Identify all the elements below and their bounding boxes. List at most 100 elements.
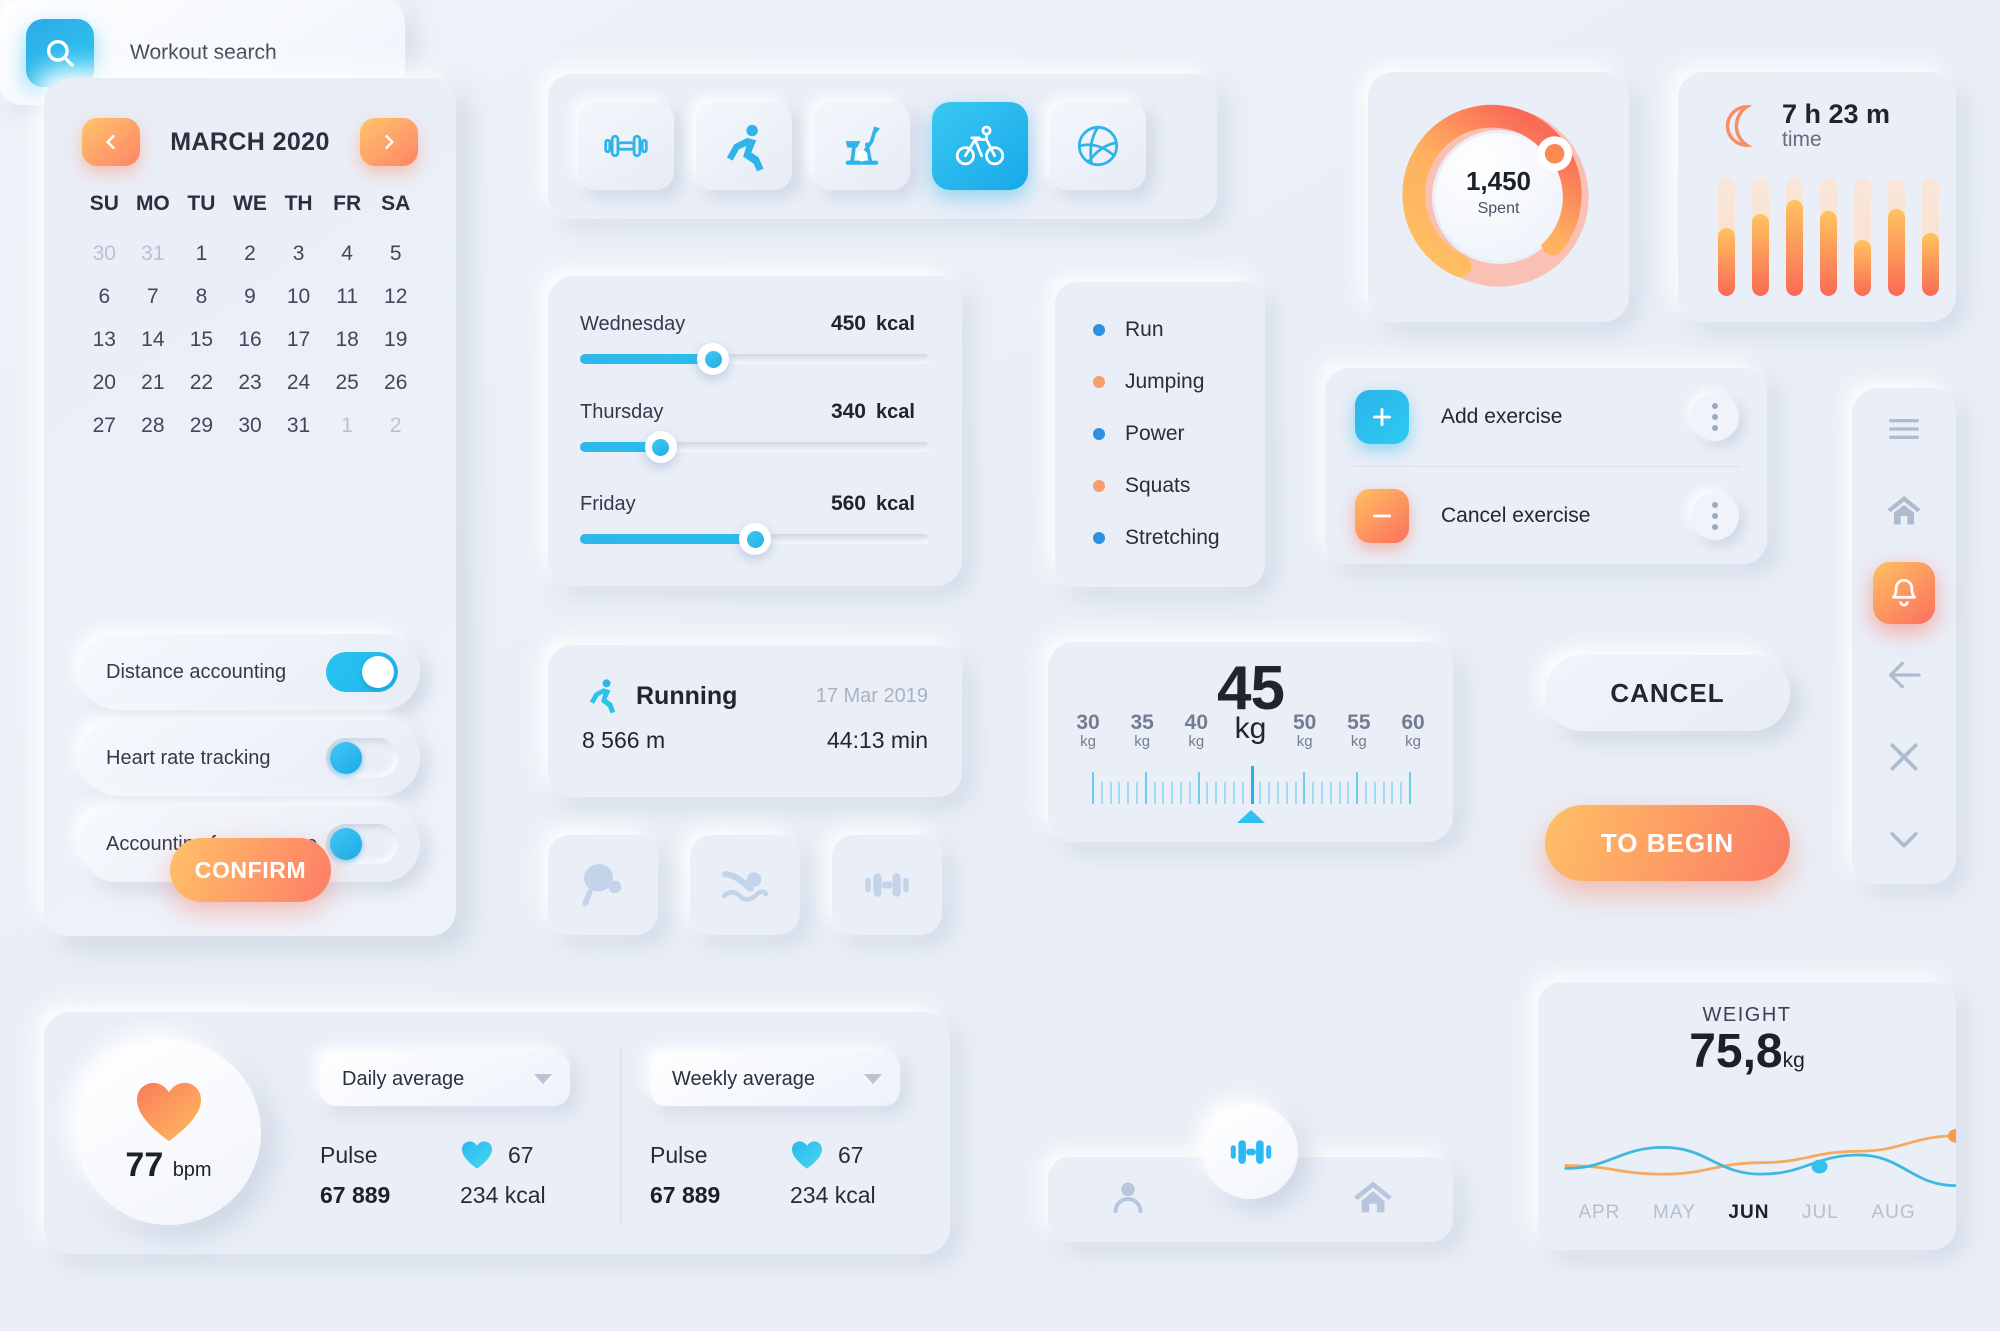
weight-data-point[interactable]	[1948, 1128, 1956, 1143]
calendar-day-cell[interactable]: 2	[371, 414, 420, 438]
weight-month-tab[interactable]: MAY	[1653, 1202, 1696, 1224]
exercise-list-item[interactable]: Run	[1055, 304, 1265, 356]
sport-tile-dumbbell[interactable]	[832, 835, 942, 935]
nav-item-workout-fab[interactable]	[1203, 1104, 1298, 1199]
calendar-day-cell[interactable]: 23	[226, 371, 275, 395]
toggle-knob	[362, 656, 394, 688]
calendar-day-cell[interactable]: 4	[323, 242, 372, 266]
calendar-day-cell[interactable]: 19	[371, 328, 420, 352]
sidebar-item-close[interactable]	[1852, 716, 1956, 798]
calendar-day-cell[interactable]: 21	[129, 371, 178, 395]
calendar-day-cell[interactable]: 17	[274, 328, 323, 352]
weight-data-point[interactable]	[1811, 1159, 1828, 1174]
calendar-day-cell[interactable]: 3	[274, 242, 323, 266]
sidebar-item-back[interactable]	[1852, 634, 1956, 716]
calendar-day-cell[interactable]: 30	[226, 414, 275, 438]
sport-tab-dumbbell[interactable]	[578, 102, 674, 190]
calendar-day-cell[interactable]: 13	[80, 328, 129, 352]
exercise-list-item[interactable]: Power	[1055, 408, 1265, 460]
kcal-slider-thumb[interactable]	[697, 343, 729, 375]
kebab-menu-icon[interactable]	[1691, 492, 1739, 540]
weight-month-tab[interactable]: JUN	[1728, 1202, 1769, 1224]
nav-item-profile[interactable]	[1104, 1174, 1152, 1225]
calendar-day-cell[interactable]: 2	[226, 242, 275, 266]
pulse-range-dropdown-2[interactable]: Weekly average	[650, 1052, 900, 1106]
calendar-day-cell[interactable]: 28	[129, 414, 178, 438]
exercise-list-item[interactable]: Stretching	[1055, 512, 1265, 564]
setting-toggle[interactable]	[326, 824, 398, 864]
calendar-day-cell[interactable]: 6	[80, 285, 129, 309]
calendar-day-cell[interactable]: 7	[129, 285, 178, 309]
setting-row-2[interactable]: Heart rate tracking	[80, 720, 420, 796]
kebab-menu-icon[interactable]	[1691, 393, 1739, 441]
calendar-day-cell[interactable]: 29	[177, 414, 226, 438]
kcal-slider-fill	[580, 354, 713, 364]
kcal-slider-track[interactable]	[580, 431, 930, 463]
calendar-day-cell[interactable]: 25	[323, 371, 372, 395]
calendar-day-cell[interactable]: 11	[323, 285, 372, 309]
setting-toggle[interactable]	[326, 738, 398, 778]
sport-tab-running[interactable]	[696, 102, 792, 190]
calendar-day-cell[interactable]: 26	[371, 371, 420, 395]
calendar-day-cell[interactable]: 31	[274, 414, 323, 438]
calendar-day-cell[interactable]: 22	[177, 371, 226, 395]
sidebar-item-collapse[interactable]	[1852, 798, 1956, 880]
kcal-slider-row[interactable]: Friday 560 kcal	[580, 492, 930, 555]
weight-month-tab[interactable]: JUL	[1802, 1202, 1839, 1224]
sport-tab-exercise-bike[interactable]	[814, 102, 910, 190]
calendar-day-cell[interactable]: 12	[371, 285, 420, 309]
calendar-next-button[interactable]	[359, 118, 418, 166]
calendar-day-cell[interactable]: 1	[177, 242, 226, 266]
calendar-prev-button[interactable]	[82, 118, 140, 166]
weight-chart-month-axis[interactable]: APR MAY JUN JUL AUG	[1538, 1202, 1956, 1224]
weight-month-tab[interactable]: APR	[1578, 1202, 1620, 1224]
calendar-day-cell[interactable]: 18	[323, 328, 372, 352]
nav-item-home[interactable]	[1349, 1174, 1397, 1225]
cancel-button[interactable]: CANCEL	[1545, 655, 1790, 731]
calendar-day-cell[interactable]: 20	[80, 371, 129, 395]
kcal-slider-thumb[interactable]	[739, 523, 771, 555]
kcal-unit: kcal	[876, 493, 915, 515]
to-begin-button[interactable]: TO BEGIN	[1545, 805, 1790, 881]
kcal-slider-track[interactable]	[580, 343, 930, 375]
weight-picker-card[interactable]: 45 30kg 35kg 40kg 45kg 50kg 55kg 60kg	[1048, 642, 1453, 842]
sport-tab-cycling[interactable]	[932, 102, 1028, 190]
kcal-slider-thumb[interactable]	[644, 431, 677, 463]
calendar-day-cell[interactable]: 27	[80, 414, 129, 438]
exercise-list-item[interactable]: Jumping	[1055, 356, 1265, 408]
activity-summary-card[interactable]: Running 17 Mar 2019 8 566 m 44:13 min	[548, 645, 962, 797]
bullet-dot-icon	[1093, 376, 1105, 388]
calendar-day-cell[interactable]: 15	[177, 328, 226, 352]
setting-toggle[interactable]	[326, 652, 398, 692]
calendar-day-cell[interactable]: 24	[274, 371, 323, 395]
calendar-day-cell[interactable]: 31	[129, 242, 178, 266]
weight-month-tab[interactable]: AUG	[1871, 1202, 1915, 1224]
calendar-card: MARCH 2020 SU MO TU WE TH FR SA 30 31 1 2 3 4 5 6 7 8 9 1…	[44, 78, 456, 936]
calendar-day-cell[interactable]: 14	[129, 328, 178, 352]
calendar-day-cell[interactable]: 16	[226, 328, 275, 352]
calendar-days-grid[interactable]: 30 31 1 2 3 4 5 6 7 8 9 10 11 12 13 14 15 16 17 18 19 20 21 22 2…	[80, 242, 420, 438]
sidebar-item-notifications[interactable]	[1852, 552, 1956, 634]
kcal-slider-row[interactable]: Wednesday 450 kcal	[580, 312, 930, 375]
exercise-list-item[interactable]: Squats	[1055, 460, 1265, 512]
cancel-exercise-row[interactable]: Cancel exercise	[1325, 467, 1767, 565]
sport-tile-swimming[interactable]	[690, 835, 800, 935]
calendar-day-cell[interactable]: 10	[274, 285, 323, 309]
add-exercise-row[interactable]: Add exercise	[1325, 368, 1767, 466]
confirm-button[interactable]: CONFIRM	[170, 838, 331, 902]
setting-row-1[interactable]: Distance accounting	[80, 634, 420, 710]
activity-header: Running 17 Mar 2019	[548, 645, 962, 715]
sport-tab-volleyball[interactable]	[1050, 102, 1146, 190]
calendar-day-cell[interactable]: 30	[80, 242, 129, 266]
calendar-day-cell[interactable]: 8	[177, 285, 226, 309]
kcal-slider-row[interactable]: Thursday 340 kcal	[580, 400, 930, 463]
weight-picker-ruler[interactable]	[1092, 762, 1411, 804]
kcal-slider-track[interactable]	[580, 523, 930, 555]
calendar-day-cell[interactable]: 5	[371, 242, 420, 266]
sidebar-item-home[interactable]	[1852, 470, 1956, 552]
sport-tile-table-tennis[interactable]	[548, 835, 658, 935]
calendar-day-cell[interactable]: 1	[323, 414, 372, 438]
pulse-range-dropdown-1[interactable]: Daily average	[320, 1052, 570, 1106]
calendar-day-cell[interactable]: 9	[226, 285, 275, 309]
sidebar-item-menu[interactable]	[1852, 388, 1956, 470]
